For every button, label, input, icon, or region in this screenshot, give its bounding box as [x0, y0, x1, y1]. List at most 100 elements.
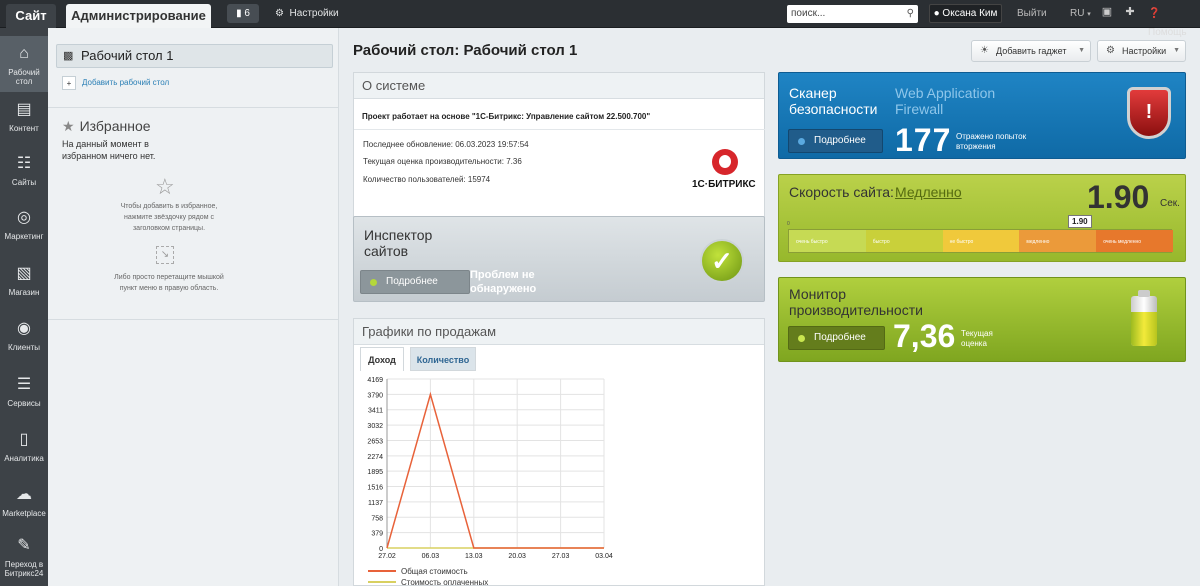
chevron-down-icon: ▼ [1078, 47, 1085, 54]
logout-link[interactable]: Выйти [1017, 4, 1047, 23]
speed-scale: очень быстро быстро не быстро медленно очень… [788, 229, 1173, 253]
left-menu-label: Аналитика [4, 454, 44, 463]
desktop-item[interactable]: ▩ Рабочий стол 1 [56, 44, 333, 68]
scanner-button-label: Подробнее [814, 135, 866, 146]
scanner-count: 177 [895, 122, 952, 158]
monitor-details-button[interactable]: Подробнее [788, 326, 885, 350]
drag-icon: ↘ [156, 246, 174, 264]
inspector-details-button[interactable]: Подробнее [360, 270, 470, 294]
document-icon: ▤ [16, 101, 32, 118]
user-button[interactable]: ● Оксана Ким [929, 4, 1002, 23]
y-tick-label: 758 [371, 515, 383, 522]
sales-line-chart: 0 379 758 1137 1516 1895 2274 2653 3032 3411 3790 4… [367, 377, 613, 585]
monitor-button-label: Подробнее [814, 332, 866, 343]
left-menu-item-shop[interactable]: ▧ Магазин [0, 264, 48, 304]
bitrix24-icon: ✎ [17, 537, 31, 554]
help-icon: ❓ [1148, 8, 1161, 19]
left-menu-item-analytics[interactable]: ▯ Аналитика [0, 430, 48, 470]
window-icon[interactable]: ▣ [1101, 6, 1113, 18]
left-menu-item-marketplace[interactable]: ☁ Marketplace [0, 485, 48, 525]
favorites-empty-text: На данный момент в избранном ничего нет. [62, 139, 156, 161]
left-menu-label: Рабочий стол [8, 68, 40, 86]
battery-icon [1131, 290, 1157, 346]
x-tick-label: 27.02 [378, 553, 396, 560]
search-icon[interactable]: ⚲ [907, 5, 914, 23]
x-tick-label: 03.04 [595, 553, 613, 560]
sales-chart-card: Графики по продажам Доход Количество 0 37… [353, 318, 765, 586]
left-menu-item-marketing[interactable]: ◎ Маркетинг [0, 208, 48, 248]
search-input[interactable]: поиск... ⚲ [787, 5, 918, 23]
cloud-download-icon: ☁ [16, 486, 32, 503]
main-area: Рабочий стол: Рабочий стол 1 ☀ Добавить г… [340, 28, 1200, 586]
favorites-title: ★ Избранное [62, 118, 151, 135]
desktop-item-label: Рабочий стол 1 [81, 48, 174, 63]
search-placeholder: поиск... [791, 8, 826, 19]
monitor-value: 7,36 [893, 318, 956, 354]
x-tick-label: 13.03 [465, 553, 483, 560]
scanner-caption: Отражено попыток вторжения [956, 132, 1027, 151]
basket-icon: ▧ [16, 265, 32, 282]
favorites-hint-star: Чтобы добавить в избранное, нажмите звёз… [120, 203, 218, 232]
main-settings-button[interactable]: ⚙ Настройки ▼ [1097, 40, 1186, 62]
scanner-subtitle: Web Application Firewall [895, 85, 996, 117]
monitor-caption: Текущая оценка [961, 329, 993, 348]
checkmark-icon: ✓ [700, 239, 744, 283]
speed-segment: не быстро [942, 230, 1020, 252]
about-project-line: Проект работает на основе "1С-Битрикс: У… [362, 112, 651, 121]
battery-fill [1131, 312, 1157, 346]
plus-icon: + [62, 76, 76, 90]
y-tick-label: 1895 [367, 469, 383, 476]
y-tick-label: 1516 [367, 485, 383, 492]
tab-income[interactable]: Доход [360, 347, 404, 371]
main-settings-label: Настройки [1122, 46, 1167, 56]
left-menu-label: Переход в Битрикс24 [4, 560, 44, 578]
target-icon: ◎ [17, 209, 31, 226]
side-panel: ▩ Рабочий стол 1 + Добавить рабочий стол ★… [48, 28, 339, 586]
bitrix-logo-text: 1С·БИТРИКС [692, 179, 756, 190]
tab-quantity[interactable]: Количество [410, 347, 476, 371]
lightbulb-icon: ☀ [980, 45, 989, 56]
tab-site[interactable]: Сайт [6, 4, 56, 28]
add-gadget-button[interactable]: ☀ Добавить гаджет ▼ [971, 40, 1091, 62]
left-menu-item-sites[interactable]: ☷ Сайты [0, 154, 48, 194]
notification-icon: ▮ [236, 8, 242, 19]
language-select[interactable]: RU ▾ [1070, 4, 1091, 24]
scanner-details-button[interactable]: Подробнее [788, 129, 883, 153]
left-menu-item-services[interactable]: ☰ Сервисы [0, 375, 48, 415]
favorites-title-text: Избранное [79, 118, 151, 134]
favorites-hint-drag: Либо просто перетащите мышкой пункт меню… [114, 274, 224, 292]
speed-segment: очень быстро [789, 230, 866, 252]
calendar-24-icon: ☷ [16, 155, 32, 172]
chevron-down-icon: ▼ [1173, 47, 1180, 54]
add-desktop-button[interactable]: + Добавить рабочий стол [62, 76, 169, 90]
top-settings-link[interactable]: ⚙ Настройки [275, 4, 339, 23]
left-menu-item-clients[interactable]: ◉ Клиенты [0, 319, 48, 359]
status-dot-icon [370, 279, 377, 286]
gear-icon: ⚙ [275, 8, 284, 19]
notifications-button[interactable]: ▮ 6 [227, 4, 259, 23]
bitrix-logo-mark [712, 149, 738, 175]
left-menu-item-bitrix24[interactable]: ✎ Переход в Битрикс24 [0, 536, 48, 582]
left-menu-label: Магазин [8, 288, 40, 297]
speed-tick-zero: 0 [787, 221, 790, 227]
add-desktop-label: Добавить рабочий стол [82, 78, 170, 88]
speed-value-link[interactable]: Медленно [895, 184, 962, 200]
tab-admin[interactable]: Администрирование [66, 4, 211, 28]
left-menu-item-content[interactable]: ▤ Контент [0, 100, 48, 140]
monitor-title: Монитор производительности [789, 286, 923, 318]
shield-icon: ! [1127, 87, 1171, 139]
left-menu-label: Marketplace [2, 509, 46, 518]
left-menu-label: Маркетинг [4, 232, 44, 241]
x-tick-label: 20.03 [508, 553, 526, 560]
page-title: Рабочий стол: Рабочий стол 1 [353, 42, 578, 59]
speed-segment: медленно [1019, 230, 1097, 252]
y-tick-label: 0 [379, 546, 383, 553]
gear-icon: ⚙ [1106, 45, 1115, 56]
bitrix-logo: 1С·БИТРИКС [692, 149, 756, 195]
security-scanner-card: Сканер безопасности Web Application Fire… [778, 72, 1186, 159]
left-menu-item-desktop[interactable]: ⌂ Рабочий стол [0, 36, 48, 92]
status-dot-icon [798, 138, 805, 145]
pin-icon[interactable]: ✚ [1124, 6, 1136, 18]
x-tick-label: 27.03 [552, 553, 570, 560]
scanner-title: Сканер безопасности [789, 85, 878, 117]
